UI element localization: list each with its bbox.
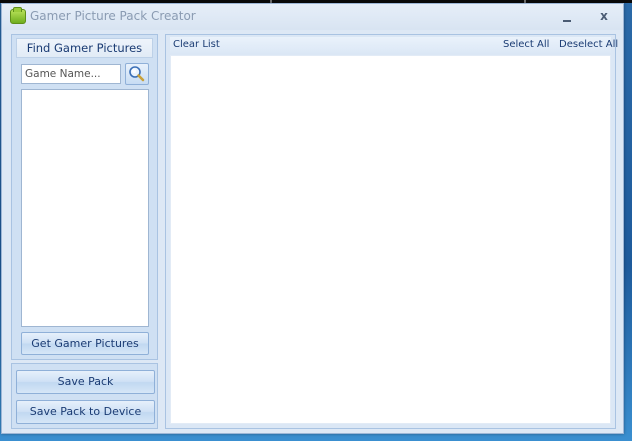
gamer-pictures-area[interactable] — [170, 55, 611, 424]
get-gamer-pictures-button[interactable]: Get Gamer Pictures — [21, 332, 149, 355]
list-toolbar: Clear List Select All Deselect All — [170, 37, 618, 53]
window-title: Gamer Picture Pack Creator — [30, 9, 196, 23]
find-pictures-header: Find Gamer Pictures — [16, 38, 153, 58]
select-all-link[interactable]: Select All — [503, 39, 549, 50]
minimize-button[interactable] — [558, 7, 578, 25]
game-results-list[interactable] — [21, 89, 149, 327]
magnifier-icon — [129, 66, 145, 82]
save-actions-panel: Save Pack Save Pack to Device — [11, 363, 158, 429]
game-name-input[interactable] — [21, 64, 121, 84]
deselect-all-link[interactable]: Deselect All — [559, 39, 618, 50]
app-window: Gamer Picture Pack Creator x Find Gamer … — [1, 3, 624, 434]
save-pack-to-device-button[interactable]: Save Pack to Device — [16, 400, 155, 424]
clear-list-link[interactable]: Clear List — [173, 39, 220, 50]
search-button[interactable] — [125, 63, 149, 85]
pictures-panel: Clear List Select All Deselect All — [165, 34, 618, 429]
folder-icon — [10, 7, 26, 24]
close-button[interactable]: x — [594, 7, 614, 25]
save-pack-button[interactable]: Save Pack — [16, 370, 155, 394]
find-pictures-panel: Find Gamer Pictures Get Gamer Pictures — [11, 34, 158, 360]
close-icon: x — [600, 9, 608, 23]
title-bar[interactable]: Gamer Picture Pack Creator x — [2, 4, 623, 30]
